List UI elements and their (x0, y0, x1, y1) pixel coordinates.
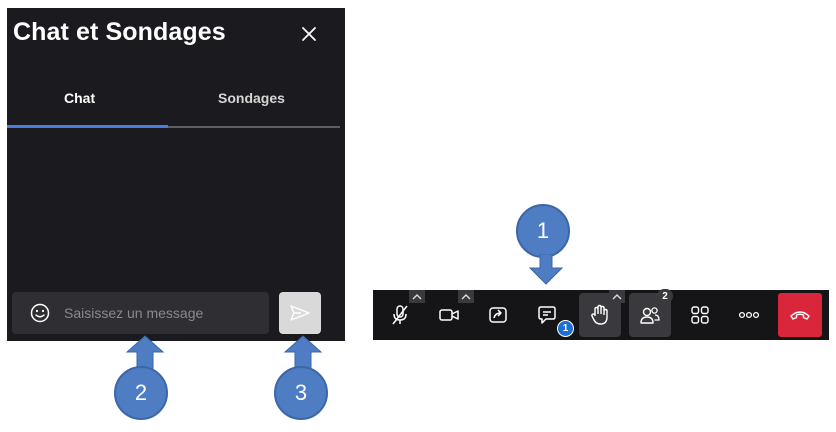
share-screen-button[interactable] (484, 290, 512, 340)
chat-button[interactable] (533, 290, 561, 340)
callout-1-number: 1 (536, 218, 550, 243)
close-icon (302, 27, 316, 41)
chevron-up-icon (612, 294, 622, 300)
message-input[interactable] (64, 292, 259, 334)
chevron-up-icon (461, 294, 471, 300)
more-button[interactable] (734, 290, 764, 340)
grid-icon (691, 306, 709, 324)
callout-2-number: 2 (134, 380, 148, 405)
mic-off-icon (392, 305, 408, 325)
callout-1: 1 (516, 204, 570, 258)
emoji-button[interactable] (30, 303, 50, 323)
tab-polls[interactable]: Sondages (218, 90, 285, 106)
hang-up-icon (790, 311, 810, 320)
callout-3-number: 3 (294, 380, 308, 405)
chat-bubble-icon (538, 306, 556, 324)
send-button[interactable] (279, 292, 321, 334)
panel-title: Chat et Sondages (13, 18, 226, 46)
chat-unread-badge: 1 (557, 320, 574, 337)
reactions-options-button[interactable] (609, 290, 625, 303)
leave-meeting-button[interactable] (778, 293, 822, 337)
more-dots-icon (738, 311, 760, 319)
callout-1-arrow (528, 254, 564, 285)
tab-chat[interactable]: Chat (64, 90, 95, 106)
tile-view-button[interactable] (685, 290, 715, 340)
chat-polls-panel: Chat et Sondages Chat Sondages (7, 8, 345, 341)
video-camera-icon (439, 309, 459, 321)
chevron-up-icon (412, 294, 422, 300)
participants-count-badge: 2 (657, 289, 673, 303)
meeting-toolbar: 1 2 (373, 289, 829, 340)
send-icon (290, 305, 310, 321)
share-screen-icon (489, 307, 507, 323)
callout-3: 3 (274, 366, 328, 420)
message-box (12, 292, 269, 334)
participants-icon (640, 307, 660, 324)
smiley-icon (30, 303, 50, 323)
active-tab-indicator (7, 125, 168, 128)
participants-count: 2 (662, 290, 668, 302)
mic-options-button[interactable] (409, 290, 425, 303)
chat-badge-count: 1 (562, 323, 569, 334)
hand-icon (591, 304, 608, 325)
callout-2: 2 (114, 366, 168, 420)
camera-options-button[interactable] (458, 290, 474, 303)
close-button[interactable] (295, 20, 323, 48)
